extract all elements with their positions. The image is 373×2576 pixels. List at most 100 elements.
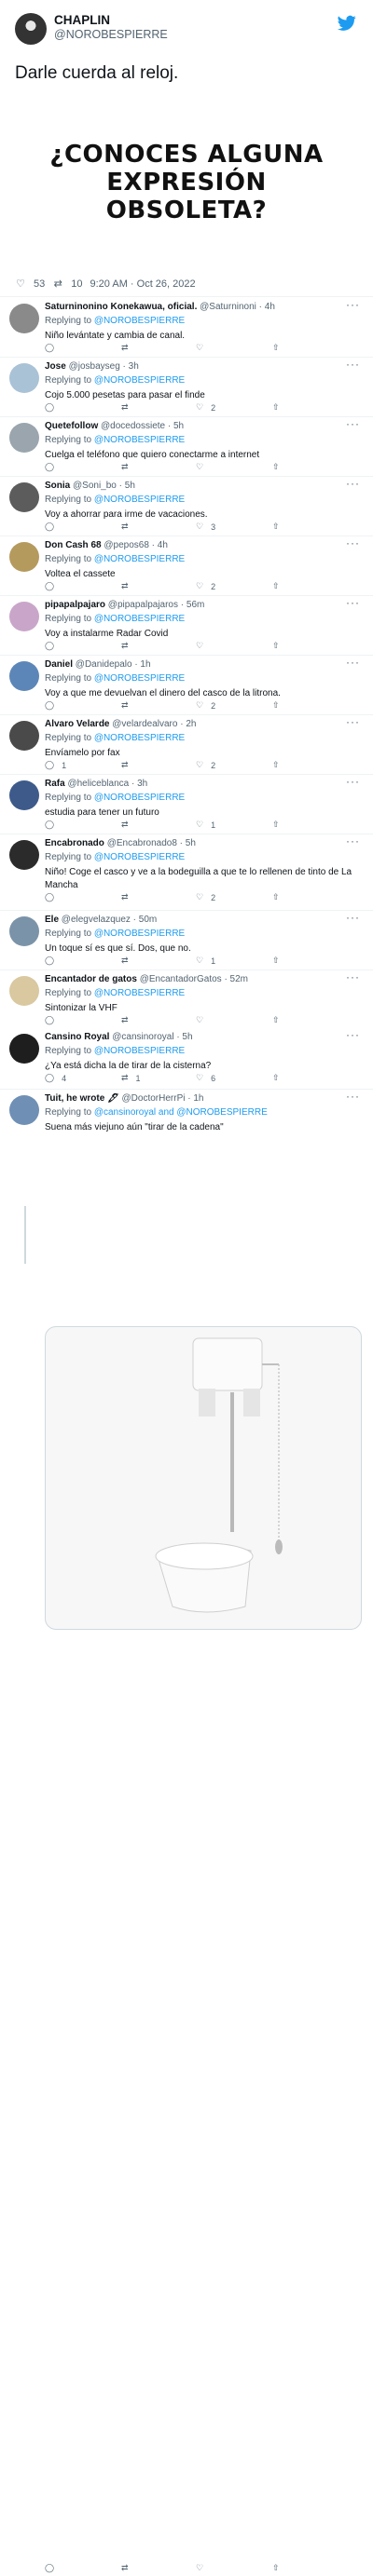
replying-to-link[interactable]: @NOROBESPIERRE <box>94 435 185 445</box>
like-button[interactable]: ♡ 1 <box>196 820 215 830</box>
share-button[interactable]: ⇧ <box>272 522 280 532</box>
reply-author-name[interactable]: Jose <box>45 361 66 372</box>
more-options-icon[interactable]: ··· <box>346 775 360 788</box>
reply-button[interactable]: ◯ <box>45 641 62 651</box>
reply-avatar[interactable] <box>9 916 39 946</box>
reply-avatar[interactable] <box>9 363 39 393</box>
more-options-icon[interactable]: ··· <box>346 1028 360 1041</box>
share-button[interactable]: ⇧ <box>272 1015 280 1025</box>
like-button[interactable]: ♡ 2 <box>196 402 215 413</box>
reply-item[interactable]: Rafa @heliceblanca · 3h ··· Replying to … <box>0 775 373 834</box>
like-button[interactable]: ♡ 2 <box>196 892 215 902</box>
share-button[interactable]: ⇧ <box>272 2563 280 2573</box>
retweet-button[interactable]: ⇄ <box>121 1015 136 1025</box>
retweet-button[interactable]: ⇄ <box>121 522 136 532</box>
share-button[interactable]: ⇧ <box>272 1073 280 1083</box>
like-button[interactable]: ♡ 2 <box>196 760 215 770</box>
replying-to-link[interactable]: @cansinoroyal and @NOROBESPIERRE <box>94 1107 268 1118</box>
reply-button[interactable]: ◯ <box>45 892 62 902</box>
like-button[interactable]: ♡ <box>196 343 211 353</box>
reply-author-handle[interactable]: @Saturninoni · 4h <box>200 302 275 312</box>
retweet-button[interactable]: ⇄ <box>121 581 136 591</box>
reply-avatar[interactable] <box>9 976 39 1006</box>
replying-to-link[interactable]: @NOROBESPIERRE <box>94 929 185 939</box>
reply-item[interactable]: Saturninonino Konekawua, oficial. @Satur… <box>0 298 373 358</box>
like-button[interactable]: ♡ <box>196 2563 211 2573</box>
retweet-button[interactable]: ⇄ <box>121 462 136 472</box>
reply-author-name[interactable]: Encabronado <box>45 838 104 848</box>
retweet-icon[interactable]: ⇄ <box>52 278 63 290</box>
share-button[interactable]: ⇧ <box>272 581 280 591</box>
reply-author-handle[interactable]: @velardealvaro · 2h <box>112 719 196 729</box>
like-button[interactable]: ♡ <box>196 1015 211 1025</box>
reply-button[interactable]: ◯ <box>45 462 62 472</box>
reply-author-name[interactable]: Cansino Royal <box>45 1032 109 1042</box>
reply-author-handle[interactable]: @pepos68 · 4h <box>104 540 168 550</box>
reply-item[interactable]: Álvaro Velarde @velardealvaro · 2h ··· R… <box>0 715 373 775</box>
author-name[interactable]: CHAPLIN <box>54 13 110 27</box>
reply-button[interactable]: ◯ 4 <box>45 1073 66 1083</box>
more-options-icon[interactable]: ··· <box>346 298 360 311</box>
reply-author-name[interactable]: Álvaro Velarde <box>45 719 109 729</box>
share-button[interactable]: ⇧ <box>272 402 280 413</box>
more-options-icon[interactable]: ··· <box>346 970 360 983</box>
reply-author-handle[interactable]: @Danidepalo · 1h <box>76 659 151 670</box>
reply-avatar[interactable] <box>9 1034 39 1064</box>
reply-author-name[interactable]: Tuit, he wrote 🖋 <box>45 1093 119 1104</box>
replying-to-link[interactable]: @NOROBESPIERRE <box>94 316 185 326</box>
reply-author-handle[interactable]: @DoctorHerrPi · 1h <box>122 1093 204 1104</box>
reply-author-handle[interactable]: @elegvelazquez · 50m <box>62 915 157 925</box>
reply-avatar[interactable] <box>9 840 39 870</box>
reply-item[interactable]: Encantador de gatos @EncantadorGatos · 5… <box>0 970 373 1028</box>
more-options-icon[interactable]: ··· <box>346 358 360 371</box>
reply-author-name[interactable]: pipapalpajaro <box>45 600 105 610</box>
more-options-icon[interactable]: ··· <box>346 911 360 924</box>
more-options-icon[interactable]: ··· <box>346 477 360 490</box>
replying-to-link[interactable]: @NOROBESPIERRE <box>94 988 185 998</box>
reply-author-name[interactable]: Daniel <box>45 659 73 670</box>
reply-author-name[interactable]: Ele <box>45 915 59 925</box>
retweet-button[interactable]: ⇄ <box>121 956 136 966</box>
like-button[interactable]: ♡ 3 <box>196 522 215 532</box>
replying-to-link[interactable]: @NOROBESPIERRE <box>94 614 185 624</box>
like-button[interactable]: ♡ <box>196 462 211 472</box>
author-handle[interactable]: @NOROBESPIERRE <box>54 28 168 41</box>
replying-to-link[interactable]: @NOROBESPIERRE <box>94 852 185 862</box>
reply-button[interactable]: ◯ <box>45 581 62 591</box>
reply-item[interactable]: Encabronado @Encabronado8 · 5h ··· Reply… <box>0 834 373 911</box>
reply-avatar[interactable] <box>9 661 39 691</box>
tweet-image[interactable]: ¿CONOCES ALGUNA EXPRESIÓN OBSOLETA? <box>0 101 373 264</box>
like-button[interactable]: ♡ 6 <box>196 1073 215 1083</box>
reply-button[interactable]: ◯ <box>45 956 62 966</box>
reply-button[interactable]: ◯ <box>45 522 62 532</box>
retweet-button[interactable]: ⇄ <box>121 760 136 770</box>
reply-avatar[interactable] <box>9 721 39 751</box>
share-button[interactable]: ⇧ <box>272 700 280 711</box>
retweet-button[interactable]: ⇄ <box>121 402 136 413</box>
share-button[interactable]: ⇧ <box>272 641 280 651</box>
more-options-icon[interactable]: ··· <box>346 1090 360 1103</box>
replying-to-link[interactable]: @NOROBESPIERRE <box>94 733 185 743</box>
reply-avatar[interactable] <box>9 542 39 572</box>
retweet-button[interactable]: ⇄ 1 <box>121 1073 141 1083</box>
author-avatar[interactable] <box>15 13 47 45</box>
reply-item[interactable]: Ele @elegvelazquez · 50m ··· Replying to… <box>0 911 373 970</box>
reply-button[interactable]: ◯ <box>45 820 62 830</box>
like-button[interactable]: ♡ 2 <box>196 581 215 591</box>
like-button[interactable]: ♡ <box>196 641 211 651</box>
reply-author-handle[interactable]: @heliceblanca · 3h <box>67 779 147 789</box>
share-button[interactable]: ⇧ <box>272 462 280 472</box>
reply-avatar[interactable] <box>9 482 39 512</box>
reply-author-handle[interactable]: @EncantadorGatos · 52m <box>140 974 248 984</box>
retweet-button[interactable]: ⇄ <box>121 700 136 711</box>
more-options-icon[interactable]: ··· <box>346 536 360 549</box>
reply-author-name[interactable]: Don Cash 68 <box>45 540 102 550</box>
reply-button[interactable]: ◯ <box>45 2563 62 2573</box>
reply-item[interactable]: Don Cash 68 @pepos68 · 4h ··· Replying t… <box>0 536 373 596</box>
share-button[interactable]: ⇧ <box>272 820 280 830</box>
reply-author-handle[interactable]: @docedossiete · 5h <box>101 421 184 431</box>
reply-author-handle[interactable]: @Soni_bo · 5h <box>73 481 135 491</box>
reply-author-name[interactable]: Rafa <box>45 779 65 789</box>
reply-author-handle[interactable]: @cansinoroyal · 5h <box>112 1032 192 1042</box>
reply-item[interactable]: Daniel @Danidepalo · 1h ··· Replying to … <box>0 656 373 715</box>
